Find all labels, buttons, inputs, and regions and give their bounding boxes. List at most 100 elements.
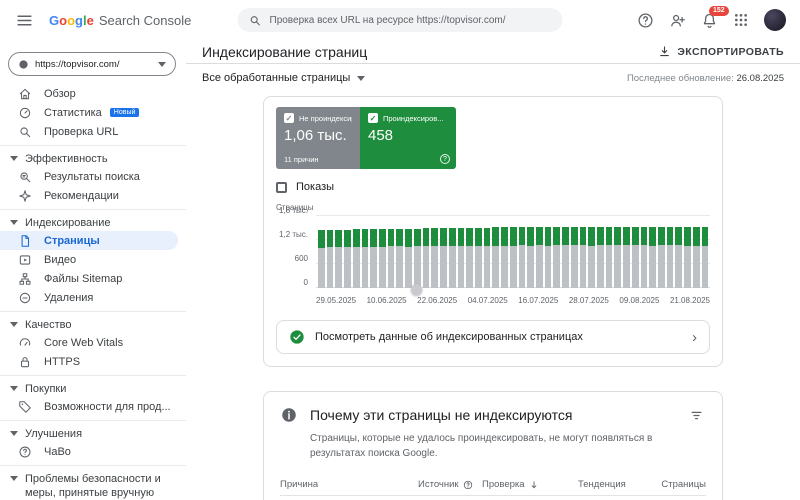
chart-bar[interactable] [701,227,709,288]
chart-scrubber-handle[interactable] [410,284,422,295]
chart-bar[interactable] [631,227,639,288]
chart-bar[interactable] [527,227,534,288]
chart-bar[interactable] [658,227,665,288]
sidebar-section-header[interactable]: Проблемы безопасности и меры, принятые в… [0,470,186,500]
chart-bar[interactable] [318,230,325,288]
column-check-sorted[interactable]: Проверка [482,479,578,490]
sidebar-item-removals[interactable]: Удаления [0,288,186,307]
chart-bar[interactable] [675,227,683,288]
sidebar-item-search-results[interactable]: Результаты поиска [0,167,186,186]
sidebar-item-sitemap[interactable]: Файлы Sitemap [0,269,186,288]
chart-bar[interactable] [501,227,508,288]
chart-bar[interactable] [492,227,500,288]
help-icon[interactable]: ? [440,154,450,164]
chart-bar[interactable] [457,227,465,288]
column-reason[interactable]: Причина [280,479,418,490]
not-indexed-value: 1,06 тыс. [284,127,347,144]
chart-bar[interactable] [431,228,439,288]
help-button[interactable] [637,12,654,29]
filter-button[interactable] [687,406,706,425]
menu-icon[interactable] [14,10,35,31]
sidebar-item-insights[interactable]: Статистика Новый [0,103,186,122]
chart-bar[interactable] [396,228,404,288]
account-avatar[interactable] [764,9,786,31]
content-scroll[interactable]: ✓ Не проиндексир... 1,06 тыс. 11 причин … [186,92,800,500]
chart-bar[interactable] [614,227,622,288]
chart-bar[interactable] [466,227,473,288]
chart-bar[interactable] [640,226,648,288]
property-selector[interactable]: https://topvisor.com/ [8,52,176,76]
chart-bar[interactable] [379,229,386,288]
chart-bar[interactable] [544,227,552,288]
apps-grid-icon [735,14,747,26]
chart-bar[interactable] [326,230,334,288]
chart-bar[interactable] [684,227,691,288]
help-icon [638,12,653,28]
chart-bar[interactable] [405,228,412,288]
chart-bar[interactable] [535,227,543,288]
notifications-button[interactable]: 152 [701,5,729,29]
help-icon [463,480,472,489]
sidebar-item-search[interactable]: Проверка URL [0,122,186,141]
apps-grid-button[interactable] [733,12,749,28]
chart-bar[interactable] [440,228,447,288]
chart-bar[interactable] [448,228,456,288]
chart-bar[interactable] [387,228,395,288]
chart-bar[interactable] [597,226,604,288]
sidebar-item-faq[interactable]: ЧаВо [0,442,186,461]
indexing-chart-card: ✓ Не проиндексир... 1,06 тыс. 11 причин … [263,96,723,367]
chart-bar[interactable] [344,230,351,288]
view-indexed-data-banner[interactable]: Посмотреть данные об индексированных стр… [276,320,710,354]
chart-bar[interactable] [422,228,430,288]
chart-bar[interactable] [666,226,674,288]
sidebar-item-video[interactable]: Видео [0,250,186,269]
chart-bar[interactable] [553,227,561,288]
sidebar-item-cwv[interactable]: Core Web Vitals [0,333,186,352]
sidebar-section-header[interactable]: Эффективность [0,150,186,167]
sidebar-divider [0,465,186,466]
url-inspection-searchbar[interactable]: Проверка всех URL на ресурсе https://top… [237,8,563,32]
app-logo[interactable]: Google Search Console [49,13,191,28]
column-trend[interactable]: Тенденция [578,479,650,490]
chart-bar[interactable] [483,227,491,288]
sidebar-item-lock[interactable]: HTTPS [0,352,186,371]
chart-bar[interactable] [352,229,360,288]
chart-bar[interactable] [361,229,369,288]
sidebar-item-label: Проверка URL [44,125,119,138]
chart-bar[interactable] [370,229,378,288]
sidebar-item-home[interactable]: Обзор [0,84,186,103]
indexed-value: 458 [368,127,394,144]
page-scope-dropdown[interactable]: Все обработанные страницы [202,72,366,84]
chart-bar[interactable] [474,227,482,288]
chart-bar[interactable] [570,226,578,288]
chart-bar[interactable] [579,227,587,288]
column-pages[interactable]: Страницы [650,479,706,490]
feedback-user-button[interactable] [669,12,686,29]
chart-bar[interactable] [413,228,421,288]
sidebar-item-label: Обзор [44,87,76,100]
column-source[interactable]: Источник [418,479,482,490]
sidebar-item-pages[interactable]: Страницы [0,231,178,250]
chart-bar[interactable] [509,227,517,288]
indexed-toggle[interactable]: ✓ Проиндексиров... 458 ? [360,107,456,169]
chart-bar[interactable] [562,227,569,288]
chart-bar[interactable] [649,227,657,288]
chart-bar[interactable] [623,226,630,288]
sidebar-section-header[interactable]: Улучшения [0,425,186,442]
sidebar-section-header[interactable]: Индексирование [0,214,186,231]
chart-bar[interactable] [692,227,700,288]
impressions-checkbox[interactable]: Показы [276,181,710,193]
home-icon [19,88,31,99]
chart-bar[interactable] [605,226,613,288]
sidebar-item-tag[interactable]: Возможности для прод... [0,397,186,416]
sidebar-item-sparkle[interactable]: Рекомендации [0,186,186,205]
issues-table-row[interactable]: Не найдено (404)СайтНе начато290 [280,496,706,500]
sidebar-section-header[interactable]: Качество [0,316,186,333]
chart-bar[interactable] [518,227,526,288]
lock-icon [20,356,30,367]
export-button[interactable]: ЭКСПОРТИРОВАТЬ [658,45,784,58]
chart-bar[interactable] [588,227,595,288]
chart-bar[interactable] [335,229,343,288]
not-indexed-toggle[interactable]: ✓ Не проиндексир... 1,06 тыс. 11 причин [276,107,360,169]
sidebar-section-header[interactable]: Покупки [0,380,186,397]
